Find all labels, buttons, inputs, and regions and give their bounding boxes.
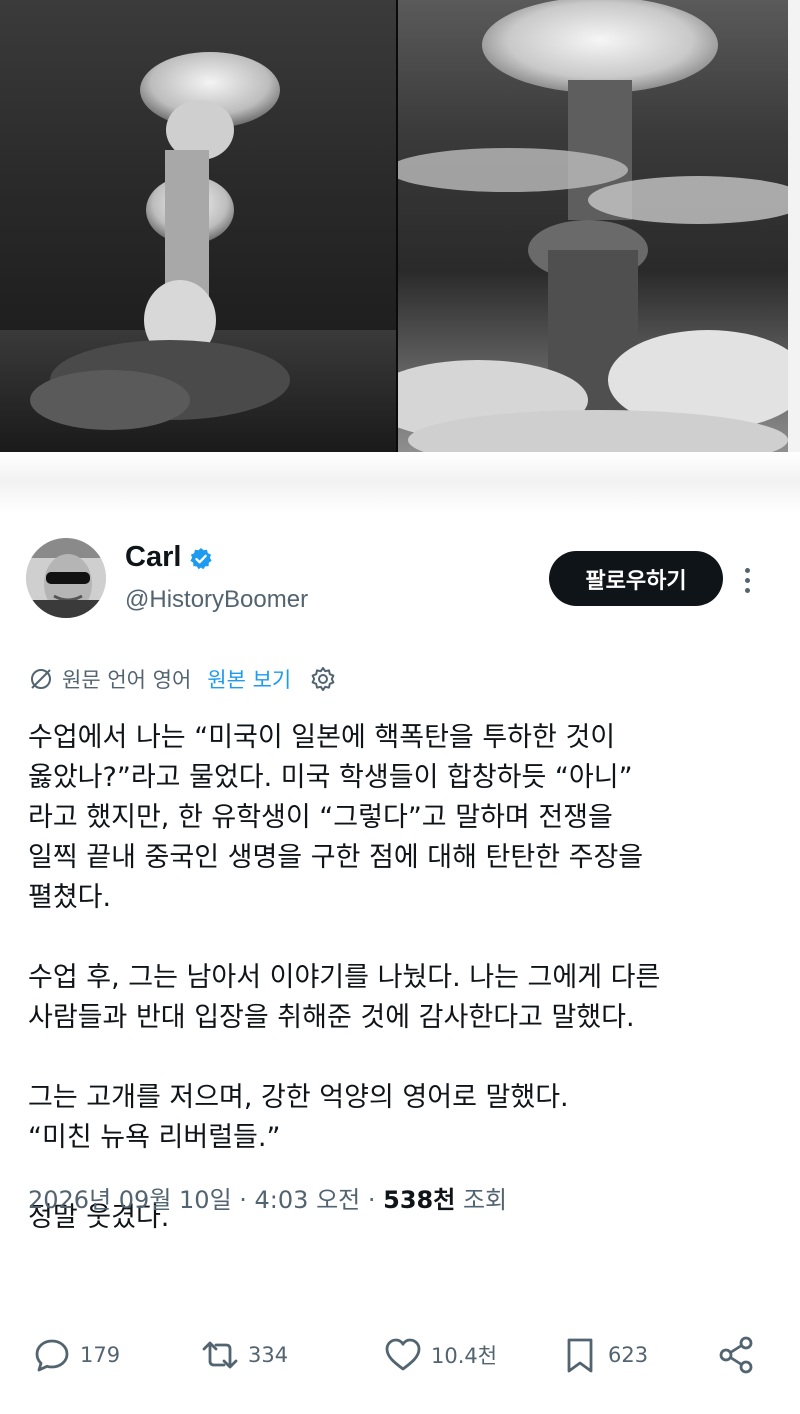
view-label: 조회 — [455, 1186, 508, 1214]
tweet-line: 수업에서 나는 “미국이 일본에 핵폭탄을 투하한 것이 — [28, 722, 616, 753]
more-dots-icon[interactable] — [736, 560, 758, 600]
tweet-line: 일찍 끝내 중국인 생명을 구한 점에 대해 탄탄한 주장을 — [28, 842, 644, 873]
gear-icon[interactable] — [309, 665, 337, 693]
share-icon — [719, 1336, 753, 1374]
reply-count: 179 — [80, 1343, 121, 1367]
follow-button[interactable]: 팔로우하기 — [549, 551, 723, 606]
bookmark-icon — [567, 1338, 593, 1373]
like-count: 10.4천 — [431, 1344, 498, 1368]
media-edge — [788, 0, 800, 452]
translate-icon — [31, 669, 51, 689]
author-name-text[interactable]: Carl — [125, 541, 181, 574]
tweet-line: 펼쳤다. — [28, 882, 112, 913]
author-handle[interactable]: @HistoryBoomer — [125, 586, 308, 614]
tweet-line: 그는 고개를 저으며, 강한 억양의 영어로 말했다. — [28, 1082, 569, 1113]
tweet-media[interactable] — [0, 0, 800, 452]
reply-icon — [35, 1339, 69, 1372]
tweet-line-blank — [28, 918, 768, 958]
repost-icon — [202, 1341, 238, 1369]
reply-button[interactable]: 179 — [32, 1330, 120, 1380]
tweet-line-blank — [28, 1038, 768, 1078]
author-display-name[interactable]: Carl — [125, 541, 213, 574]
bookmark-button[interactable]: 623 — [560, 1330, 648, 1380]
photo-left[interactable] — [0, 0, 396, 452]
view-original-link[interactable]: 원본 보기 — [207, 664, 291, 694]
tweet-line: 수업 후, 그는 남아서 이야기를 나눴다. 나는 그에게 다른 — [28, 962, 661, 993]
tweet-meta: 2026년 09월 10일 · 4:03 오전 · 538천 조회 — [28, 1180, 507, 1215]
tweet-text: 수업에서 나는 “미국이 일본에 핵폭탄을 투하한 것이 옳았나?”라고 물었다… — [28, 718, 768, 1238]
tweet-line: “미친 뉴욕 리버럴들.” — [28, 1122, 281, 1153]
repost-count: 334 — [248, 1343, 289, 1367]
translation-bar: 원문 언어 영어 원본 보기 — [28, 662, 337, 696]
tweet-timestamp[interactable]: 2026년 09월 10일 · 4:03 오전 · — [28, 1186, 383, 1214]
section-divider — [0, 452, 800, 512]
photo-right[interactable] — [398, 0, 788, 452]
view-count[interactable]: 538천 — [383, 1186, 455, 1214]
tweet-line: 사람들과 반대 입장을 취해준 것에 감사한다고 말했다. — [28, 1002, 635, 1033]
share-button[interactable] — [716, 1330, 756, 1380]
verified-badge-icon — [189, 546, 213, 570]
bookmark-count: 623 — [608, 1343, 649, 1367]
avatar[interactable] — [26, 538, 106, 618]
tweet-line: 라고 했지만, 한 유학생이 “그렇다”고 말하며 전쟁을 — [28, 802, 613, 833]
repost-button[interactable]: 334 — [200, 1330, 288, 1380]
translation-source-text: 원문 언어 영어 — [62, 668, 192, 692]
action-bar: 179 334 10.4천 623 — [0, 1330, 800, 1380]
like-button[interactable]: 10.4천 — [383, 1330, 497, 1380]
tweet-line: 옳았나?”라고 물었다. 미국 학생들이 합창하듯 “아니” — [28, 762, 633, 793]
heart-icon — [385, 1338, 421, 1371]
